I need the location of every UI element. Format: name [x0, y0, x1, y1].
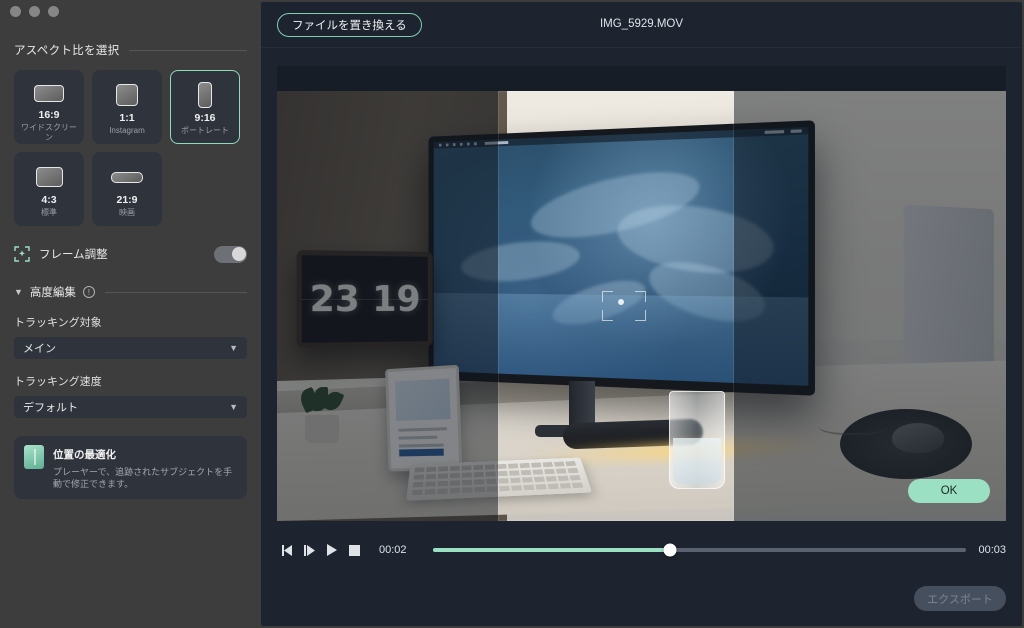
tracking-speed-value: デフォルト [23, 402, 78, 414]
chevron-down-icon: ▼ [229, 402, 238, 412]
tracking-speed-label: トラッキング速度 [14, 376, 102, 388]
player-controls: 00:02 00:03 [261, 535, 1022, 565]
square-thumb-icon [116, 80, 138, 110]
play-icon[interactable] [321, 539, 343, 561]
aspect-ratio-section-header: アスペクト比を選択 [0, 42, 261, 58]
aspect-ratio-option-1-1[interactable]: 1:1 Instagram [92, 70, 162, 144]
divider [104, 291, 247, 293]
tracking-point [618, 299, 624, 305]
toggle-knob [231, 247, 246, 261]
export-button[interactable]: エクスポート [914, 586, 1006, 611]
main-area: ファイルを置き換える IMG_5929.MOV OK 00:02 00:03 エ… [261, 0, 1024, 628]
landscape-thumb-icon [34, 80, 64, 107]
aspect-ratio-label: 21:9 [116, 194, 138, 206]
zoom-button[interactable] [48, 5, 59, 17]
aspect-ratio-name: Instagram [109, 126, 145, 135]
ok-button[interactable]: OK [908, 479, 990, 503]
crop-dim-left [277, 91, 498, 521]
tracking-target-value: メイン [23, 343, 56, 355]
aspect-ratio-option-9-16[interactable]: 9:16 ポートレート [170, 70, 240, 144]
position-optimize-icon [24, 445, 44, 469]
total-time-label: 00:03 [978, 544, 1006, 556]
tracking-speed-select[interactable]: デフォルト ▼ [14, 396, 247, 418]
tip-body: プレーヤーで、追跡されたサブジェクトを手動で修正できます。 [53, 467, 233, 489]
video-preview-stage[interactable]: 23 19 [277, 66, 1006, 521]
frame-adjust-toggle[interactable] [214, 245, 247, 263]
aspect-ratio-label: 16:9 [38, 109, 60, 121]
aspect-ratio-option-21-9[interactable]: 21:9 映画 [92, 152, 162, 226]
aspect-ratio-label: 4:3 [41, 194, 57, 206]
editor-panel: ファイルを置き換える IMG_5929.MOV OK 00:02 00:03 エ… [261, 2, 1022, 626]
portrait-thumb-icon [198, 80, 212, 110]
sidebar: アスペクト比を選択 16:9 ワイドスクリーン 1:1 Instagram 9:… [0, 0, 261, 628]
chevron-down-icon: ▼ [229, 343, 238, 353]
video-frame: 23 19 [277, 91, 1006, 521]
crop-dim-right [734, 91, 1006, 521]
chevron-down-icon[interactable]: ▼ [14, 287, 23, 297]
frame-adjust-label: フレーム調整 [39, 249, 108, 261]
standard-thumb-icon [35, 162, 63, 192]
aspect-ratio-option-16-9[interactable]: 16:9 ワイドスクリーン [14, 70, 84, 144]
timeline-scrubber[interactable] [432, 543, 967, 557]
advanced-section-title: 高度編集 [29, 287, 76, 299]
position-optimize-tip-card: 位置の最適化 プレーヤーで、追跡されたサブジェクトを手動で修正できます。 [14, 436, 247, 499]
cinema-thumb-icon [111, 162, 143, 192]
aspect-ratio-section-title: アスペクト比を選択 [14, 45, 120, 57]
aspect-ratio-name: 標準 [41, 208, 57, 217]
tracking-target-select[interactable]: メイン ▼ [14, 337, 247, 359]
minimize-button[interactable] [29, 5, 40, 17]
aspect-ratio-name: ポートレート [181, 126, 229, 135]
file-name-label: IMG_5929.MOV [599, 18, 684, 30]
stop-icon[interactable] [343, 539, 365, 561]
tip-title: 位置の最適化 [53, 449, 116, 461]
app-window: アスペクト比を選択 16:9 ワイドスクリーン 1:1 Instagram 9:… [0, 0, 1024, 628]
timeline-handle[interactable] [663, 543, 677, 557]
divider [129, 49, 247, 51]
panel-topbar: ファイルを置き換える IMG_5929.MOV [261, 2, 1022, 48]
close-button[interactable] [10, 5, 21, 17]
step-backward-icon[interactable] [277, 539, 299, 561]
step-forward-icon[interactable] [299, 539, 321, 561]
aspect-ratio-label: 1:1 [119, 112, 135, 124]
tracking-target-label: トラッキング対象 [14, 317, 102, 329]
aspect-ratio-name: ワイドスクリーン [21, 123, 77, 142]
current-time-label: 00:02 [379, 544, 407, 556]
frame-adjust-row: フレーム調整 [0, 242, 261, 266]
aspect-ratio-label: 9:16 [194, 112, 216, 124]
aspect-ratio-option-4-3[interactable]: 4:3 標準 [14, 152, 84, 226]
timeline-progress [432, 548, 671, 552]
info-icon[interactable]: ! [82, 286, 95, 298]
subject-tracking-bracket [602, 291, 646, 321]
aspect-ratio-grid: 16:9 ワイドスクリーン 1:1 Instagram 9:16 ポートレート [0, 58, 261, 226]
window-titlebar [0, 0, 261, 22]
frame-adjust-icon [14, 246, 30, 262]
advanced-section-header[interactable]: ▼ 高度編集 ! [0, 284, 261, 300]
aspect-ratio-name: 映画 [119, 208, 135, 217]
